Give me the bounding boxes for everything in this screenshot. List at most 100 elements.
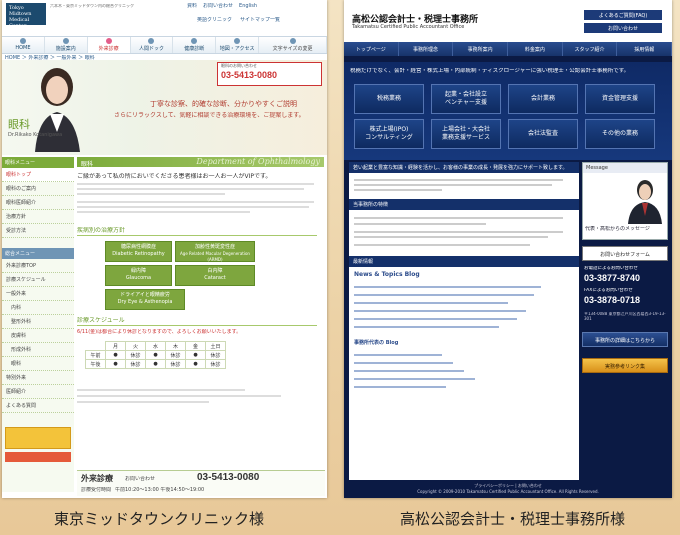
sidebar-item-doctor-intro[interactable]: 医師紹介 (2, 385, 74, 399)
reference-links-button[interactable]: 実務参考リンク集 (582, 358, 668, 373)
service-tax[interactable]: 税務業務 (354, 84, 424, 114)
service-ipo[interactable]: 株式上場(IPO) コンサルティング (354, 119, 424, 149)
hero-phone-box[interactable]: 眼科のお問い合わせ 03-5413-0080 (217, 62, 322, 86)
nav-fees[interactable]: 料金案内 (508, 42, 563, 56)
am-label: 午前 (85, 350, 106, 360)
sidebar-item-outpatient-top[interactable]: 外来診療TOP (2, 259, 74, 273)
logo-line-2: Medical Center (9, 17, 30, 29)
sub-link-clinic[interactable]: 英語クリニック (197, 17, 232, 23)
blog-heading[interactable]: News & Topics Blog (349, 267, 579, 280)
list-item[interactable] (354, 370, 464, 373)
service-other[interactable]: その他の業務 (585, 119, 655, 149)
office-address: 〒134-0088 東京都江戸川区西葛西3-19-13-301 (584, 312, 666, 321)
sidebar-item-general[interactable]: 一般外来 (2, 287, 74, 301)
top-link-contact[interactable]: お問い合わせ (203, 3, 233, 9)
sidebar-item-derm[interactable]: 皮膚科 (2, 329, 74, 343)
nav-home[interactable]: HOME (2, 37, 45, 53)
day-tue: 火 (125, 341, 146, 351)
sidebar-item-faq[interactable]: よくある質問 (2, 399, 74, 413)
logo-tagline: 六本木・東京ミッドタウン内の総合クリニック (50, 4, 134, 8)
treatment-heading: 疾病別の治療方針 (77, 227, 317, 237)
schedule-heading: 診療スケジュール (77, 317, 317, 327)
sidebar-item-policy[interactable]: 治療方針 (2, 210, 74, 224)
sub-link-sitemap[interactable]: サイトマップ一覧 (240, 17, 280, 23)
sidebar-item-eye[interactable]: 眼科 (2, 357, 74, 371)
schedule-table: 月火水木金土日 午前 ● 休診 ● 休診 ● 休診 午後 ● 休診 ● 休診 ● 休診 (85, 341, 226, 369)
treatment-dryeye[interactable]: ドライアイと眼精疲労 Dry Eye & Asthenopia (105, 289, 185, 310)
blog2-list (349, 354, 579, 389)
sidebar-item-plastic[interactable]: 形成外科 (2, 343, 74, 357)
sidebar-item-guide[interactable]: 眼科のご案内 (2, 182, 74, 196)
blog2-heading[interactable]: 事務所代表の Blog (349, 334, 579, 348)
treatment-cataract[interactable]: 白内障 Cataract (175, 265, 255, 286)
treatment-glaucoma[interactable]: 緑内障 Glaucoma (105, 265, 172, 286)
service-accounting[interactable]: 会計業務 (508, 84, 578, 114)
hero-phone: 03-5413-0080 (221, 69, 278, 80)
section-title: 眼科 (81, 161, 94, 168)
sidebar-item-internal[interactable]: 内科 (2, 301, 74, 315)
service-label: その他の業務 (601, 130, 638, 138)
list-item[interactable] (354, 326, 500, 329)
contact-form-button[interactable]: お問い合わせフォーム (582, 246, 668, 261)
service-label: ベンチャー支援 (445, 99, 487, 106)
treatment-diabetic[interactable]: 糖尿病性網膜症 Diabetic Retinopathy (105, 241, 172, 262)
nav-access[interactable]: 地図・アクセス (216, 37, 260, 53)
am-cell: ● (185, 350, 206, 360)
service-audit[interactable]: 会社法監査 (508, 119, 578, 149)
service-band: 税務だけでなく、会計・経営・株式上場・内部統制・ディスクロージャーに強い税理士・… (344, 62, 672, 160)
top-links: 資料 お問い合わせ English (187, 3, 257, 9)
service-listed[interactable]: 上場会社・大会社 業務支援サービス (431, 119, 501, 149)
nav-staff[interactable]: スタッフ紹介 (563, 42, 618, 56)
list-item[interactable] (354, 318, 517, 321)
nav-checkup[interactable]: 健康診断 (173, 37, 217, 53)
footer-contact: 外来診療 お問い合わせ 03-5413-0080 診療受付時間 午前10:20〜… (77, 470, 325, 496)
list-item[interactable] (354, 310, 526, 313)
list-item[interactable] (354, 302, 508, 305)
nav-dock[interactable]: 人間ドック (131, 37, 174, 53)
day-mon: 月 (105, 341, 126, 351)
nav-facility[interactable]: 施設案内 (45, 37, 88, 53)
contact-button[interactable]: お問い合わせ (584, 23, 662, 33)
logo-line-1: Tokyo Midtown (9, 5, 32, 17)
feature-heading: 当事務所の特徴 (349, 199, 579, 210)
list-item[interactable] (354, 354, 442, 357)
top-link-english[interactable]: English (239, 3, 257, 9)
nav-top[interactable]: トップページ (344, 42, 399, 56)
nav-recruit[interactable]: 採用情報 (617, 42, 672, 56)
intro-paragraph (77, 183, 324, 214)
sidebar: 眼科メニュー 眼科トップ 眼科のご案内 眼科医師紹介 治療方針 受診方法 総合メ… (2, 157, 74, 492)
sidebar-item-eye-top[interactable]: 眼科トップ (2, 168, 74, 182)
footer-phone[interactable]: 03-5413-0080 (197, 472, 259, 483)
service-funding[interactable]: 資金管理支援 (585, 84, 655, 114)
font-size-control[interactable]: 文字サイズの変更 (259, 37, 327, 53)
clinic-logo[interactable]: Tokyo Midtown Medical Center (6, 3, 46, 29)
list-item[interactable] (354, 294, 535, 297)
representative-message-link[interactable]: 代表・高松からのメッセージ (585, 226, 650, 232)
am-cell: 休診 (125, 350, 146, 360)
hero-tagline-1: 丁寧な診察、的確な診断、分かりやすくご説明 (150, 100, 297, 108)
list-item[interactable] (354, 362, 453, 365)
treatment-armd[interactable]: 加齢性黄斑変性症 Age Related Macular Degeneration… (175, 241, 255, 262)
doctor-name: Dr.Rikako Kotanigawa (8, 132, 63, 138)
treatment-diabetic-en: Diabetic Retinopathy (112, 250, 165, 257)
sidebar-item-doctors[interactable]: 眼科医師紹介 (2, 196, 74, 210)
top-link-materials[interactable]: 資料 (187, 3, 197, 9)
office-detail-button[interactable]: 事務所の詳細はこちらから (582, 332, 668, 347)
list-item[interactable] (354, 378, 475, 381)
nav-outpatient[interactable]: 外来診療 (87, 37, 131, 53)
pm-cell: 休診 (165, 359, 186, 369)
sidebar-banner[interactable] (5, 427, 71, 449)
sidebar-item-schedule[interactable]: 診療スケジュール (2, 273, 74, 287)
tel-number[interactable]: 03-3877-8740 (584, 273, 640, 283)
sidebar-banner-2[interactable] (5, 452, 71, 462)
treatment-diabetic-jp: 糖尿病性網膜症 (120, 244, 156, 250)
faq-button[interactable]: よくあるご質問(FAQ) (584, 10, 662, 20)
nav-office[interactable]: 事務所案内 (453, 42, 509, 56)
sidebar-item-special[interactable]: 特別外来 (2, 371, 74, 385)
sidebar-item-howto[interactable]: 受診方法 (2, 224, 74, 238)
sidebar-item-ortho[interactable]: 整形外科 (2, 315, 74, 329)
nav-philosophy[interactable]: 事務所理念 (399, 42, 454, 56)
service-startup[interactable]: 起業・会社設立 ベンチャー支援 (431, 84, 501, 114)
list-item[interactable] (354, 286, 541, 289)
list-item[interactable] (354, 386, 447, 389)
